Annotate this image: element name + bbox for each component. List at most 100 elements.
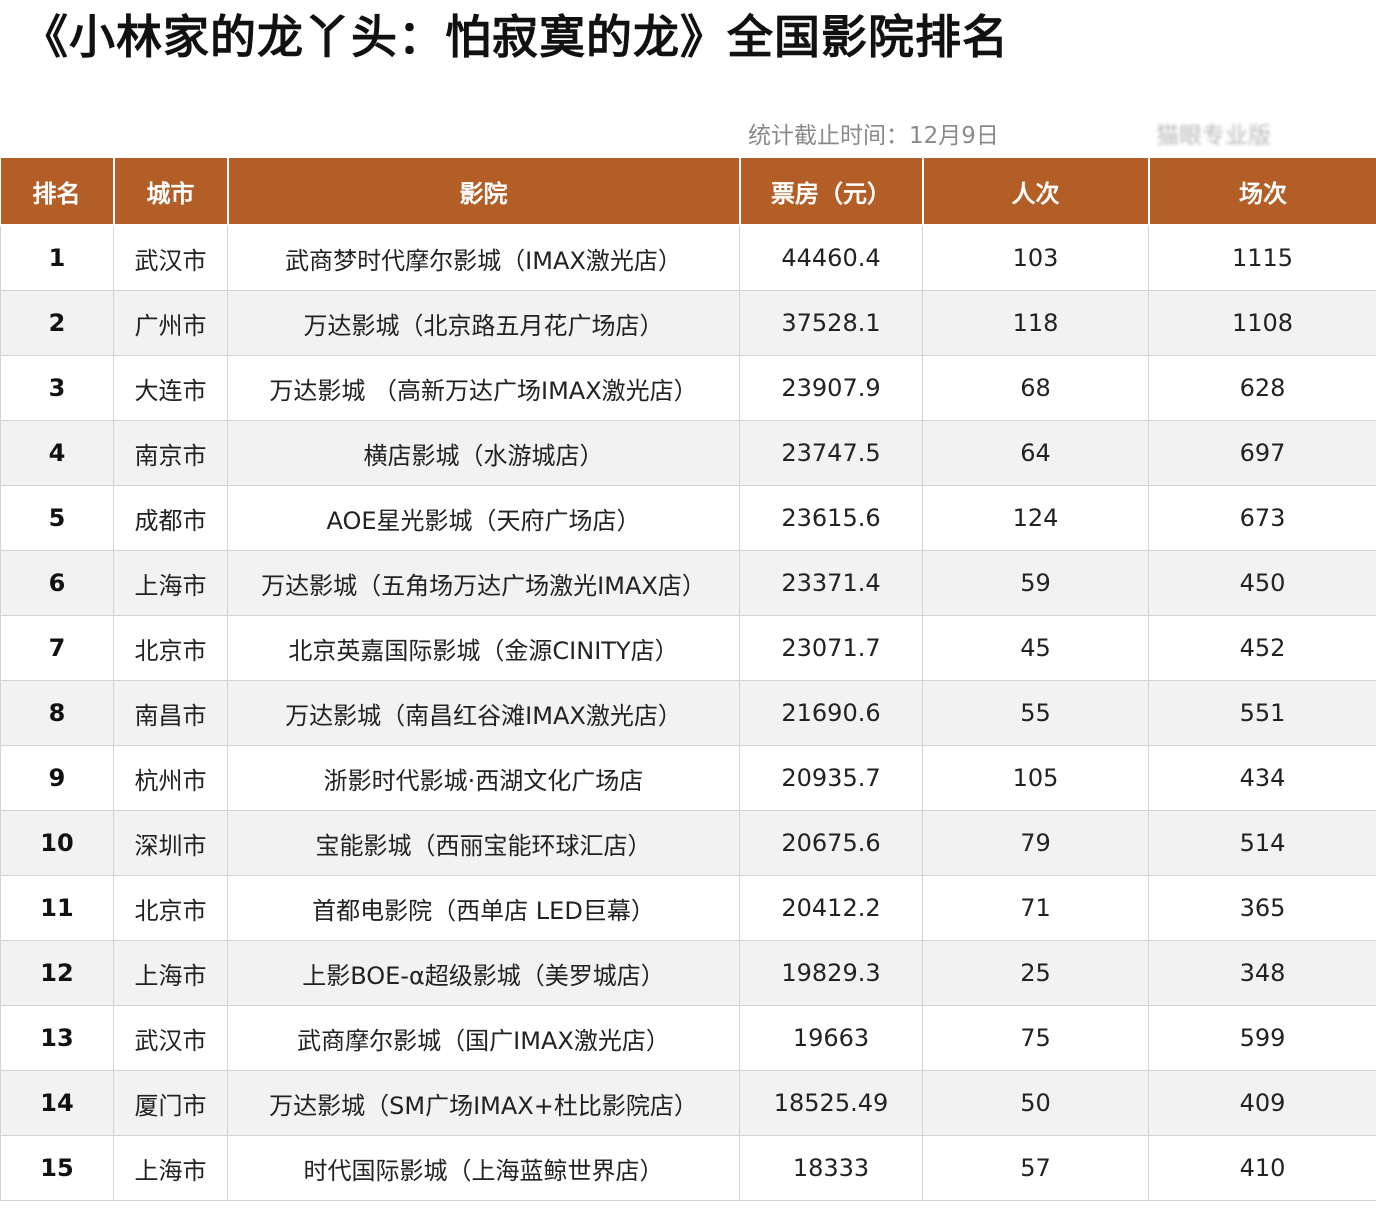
box-office-cell: 19829.3 — [739, 940, 923, 1006]
screenings-cell: 450 — [1148, 550, 1376, 616]
city-cell: 广州市 — [113, 290, 228, 356]
screenings-cell: 348 — [1148, 940, 1376, 1006]
screenings-cell: 1108 — [1148, 290, 1376, 356]
box-office-cell: 23071.7 — [739, 615, 923, 681]
box-office-cell: 20675.6 — [739, 810, 923, 876]
admissions-cell: 103 — [922, 224, 1149, 291]
city-cell: 上海市 — [113, 940, 228, 1006]
table-row: 5 成都市 AOE星光影城（天府广场店） 23615.6 124 673 — [0, 485, 1376, 551]
table-row: 10 深圳市 宝能影城（西丽宝能环球汇店） 20675.6 79 514 — [0, 810, 1376, 876]
city-cell: 南京市 — [113, 420, 228, 486]
admissions-cell: 59 — [922, 550, 1149, 616]
rank-cell: 2 — [0, 290, 114, 356]
screenings-cell: 365 — [1148, 875, 1376, 941]
city-cell: 南昌市 — [113, 680, 228, 746]
cinema-cell: 上影BOE-α超级影城（美罗城店） — [227, 940, 740, 1006]
screenings-cell: 1115 — [1148, 224, 1376, 291]
screenings-cell: 697 — [1148, 420, 1376, 486]
admissions-cell: 25 — [922, 940, 1149, 1006]
admissions-cell: 79 — [922, 810, 1149, 876]
rank-cell: 1 — [0, 224, 114, 291]
rank-cell: 7 — [0, 615, 114, 681]
box-office-cell: 20412.2 — [739, 875, 923, 941]
city-cell: 武汉市 — [113, 1005, 228, 1071]
header-admissions: 人次 — [921, 158, 1150, 226]
cinema-cell: 首都电影院（西单店 LED巨幕） — [227, 875, 740, 941]
table-row: 9 杭州市 浙影时代影城·西湖文化广场店 20935.7 105 434 — [0, 745, 1376, 811]
subtitle-row: 统计截止时间：12月9日 猫眼专业版 — [0, 112, 1376, 152]
city-cell: 武汉市 — [113, 224, 228, 291]
table-header-row: 排名 城市 影院 票房（元） 人次 场次 — [0, 158, 1376, 226]
rank-cell: 5 — [0, 485, 114, 551]
box-office-cell: 19663 — [739, 1005, 923, 1071]
screenings-cell: 673 — [1148, 485, 1376, 551]
box-office-cell: 23907.9 — [739, 355, 923, 421]
table-row: 12 上海市 上影BOE-α超级影城（美罗城店） 19829.3 25 348 — [0, 940, 1376, 1006]
header-city: 城市 — [112, 158, 229, 226]
box-office-cell: 37528.1 — [739, 290, 923, 356]
cinema-cell: 浙影时代影城·西湖文化广场店 — [227, 745, 740, 811]
rank-cell: 10 — [0, 810, 114, 876]
city-cell: 杭州市 — [113, 745, 228, 811]
admissions-cell: 124 — [922, 485, 1149, 551]
watermark: 猫眼专业版 — [1156, 123, 1271, 149]
admissions-cell: 71 — [922, 875, 1149, 941]
table-row: 13 武汉市 武商摩尔影城（国广IMAX激光店） 19663 75 599 — [0, 1005, 1376, 1071]
city-cell: 大连市 — [113, 355, 228, 421]
header-screenings: 场次 — [1147, 158, 1376, 226]
admissions-cell: 57 — [922, 1135, 1149, 1201]
header-box-office: 票房（元） — [738, 158, 924, 226]
city-cell: 深圳市 — [113, 810, 228, 876]
screenings-cell: 514 — [1148, 810, 1376, 876]
table-row: 3 大连市 万达影城 （高新万达广场IMAX激光店） 23907.9 68 628 — [0, 355, 1376, 421]
ranking-table: 排名 城市 影院 票房（元） 人次 场次 1 武汉市 武商梦时代摩尔影城（IMAX激… — [0, 158, 1376, 1201]
screenings-cell: 551 — [1148, 680, 1376, 746]
box-office-cell: 23747.5 — [739, 420, 923, 486]
stat-date: 统计截止时间：12月9日 — [748, 123, 999, 149]
page-title: 《小林家的龙丫头：怕寂寞的龙》全国影院排名 — [22, 10, 1009, 64]
cinema-cell: 万达影城（SM广场IMAX+杜比影院店） — [227, 1070, 740, 1136]
table-row: 4 南京市 横店影城（水游城店） 23747.5 64 697 — [0, 420, 1376, 486]
rank-cell: 13 — [0, 1005, 114, 1071]
cinema-cell: 时代国际影城（上海蓝鲸世界店） — [227, 1135, 740, 1201]
city-cell: 上海市 — [113, 1135, 228, 1201]
cinema-cell: 万达影城（五角场万达广场激光IMAX店） — [227, 550, 740, 616]
rank-cell: 14 — [0, 1070, 114, 1136]
table-row: 6 上海市 万达影城（五角场万达广场激光IMAX店） 23371.4 59 450 — [0, 550, 1376, 616]
table-row: 1 武汉市 武商梦时代摩尔影城（IMAX激光店） 44460.4 103 1115 — [0, 224, 1376, 291]
screenings-cell: 452 — [1148, 615, 1376, 681]
admissions-cell: 50 — [922, 1070, 1149, 1136]
header-cinema: 影院 — [226, 158, 741, 226]
table-row: 7 北京市 北京英嘉国际影城（金源CINITY店） 23071.7 45 452 — [0, 615, 1376, 681]
city-cell: 厦门市 — [113, 1070, 228, 1136]
cinema-cell: 横店影城（水游城店） — [227, 420, 740, 486]
rank-cell: 12 — [0, 940, 114, 1006]
box-office-cell: 21690.6 — [739, 680, 923, 746]
admissions-cell: 45 — [922, 615, 1149, 681]
screenings-cell: 599 — [1148, 1005, 1376, 1071]
city-cell: 上海市 — [113, 550, 228, 616]
cinema-cell: 北京英嘉国际影城（金源CINITY店） — [227, 615, 740, 681]
cinema-cell: 万达影城（北京路五月花广场店） — [227, 290, 740, 356]
cinema-cell: 武商摩尔影城（国广IMAX激光店） — [227, 1005, 740, 1071]
screenings-cell: 434 — [1148, 745, 1376, 811]
rank-cell: 4 — [0, 420, 114, 486]
admissions-cell: 105 — [922, 745, 1149, 811]
rank-cell: 11 — [0, 875, 114, 941]
admissions-cell: 75 — [922, 1005, 1149, 1071]
screenings-cell: 410 — [1148, 1135, 1376, 1201]
box-office-cell: 44460.4 — [739, 224, 923, 291]
table-row: 2 广州市 万达影城（北京路五月花广场店） 37528.1 118 1108 — [0, 290, 1376, 356]
cinema-cell: 万达影城（南昌红谷滩IMAX激光店） — [227, 680, 740, 746]
admissions-cell: 118 — [922, 290, 1149, 356]
rank-cell: 9 — [0, 745, 114, 811]
admissions-cell: 64 — [922, 420, 1149, 486]
box-office-cell: 18525.49 — [739, 1070, 923, 1136]
city-cell: 北京市 — [113, 615, 228, 681]
screenings-cell: 409 — [1148, 1070, 1376, 1136]
cinema-cell: 宝能影城（西丽宝能环球汇店） — [227, 810, 740, 876]
table-row: 15 上海市 时代国际影城（上海蓝鲸世界店） 18333 57 410 — [0, 1135, 1376, 1201]
rank-cell: 3 — [0, 355, 114, 421]
box-office-cell: 23615.6 — [739, 485, 923, 551]
box-office-cell: 23371.4 — [739, 550, 923, 616]
